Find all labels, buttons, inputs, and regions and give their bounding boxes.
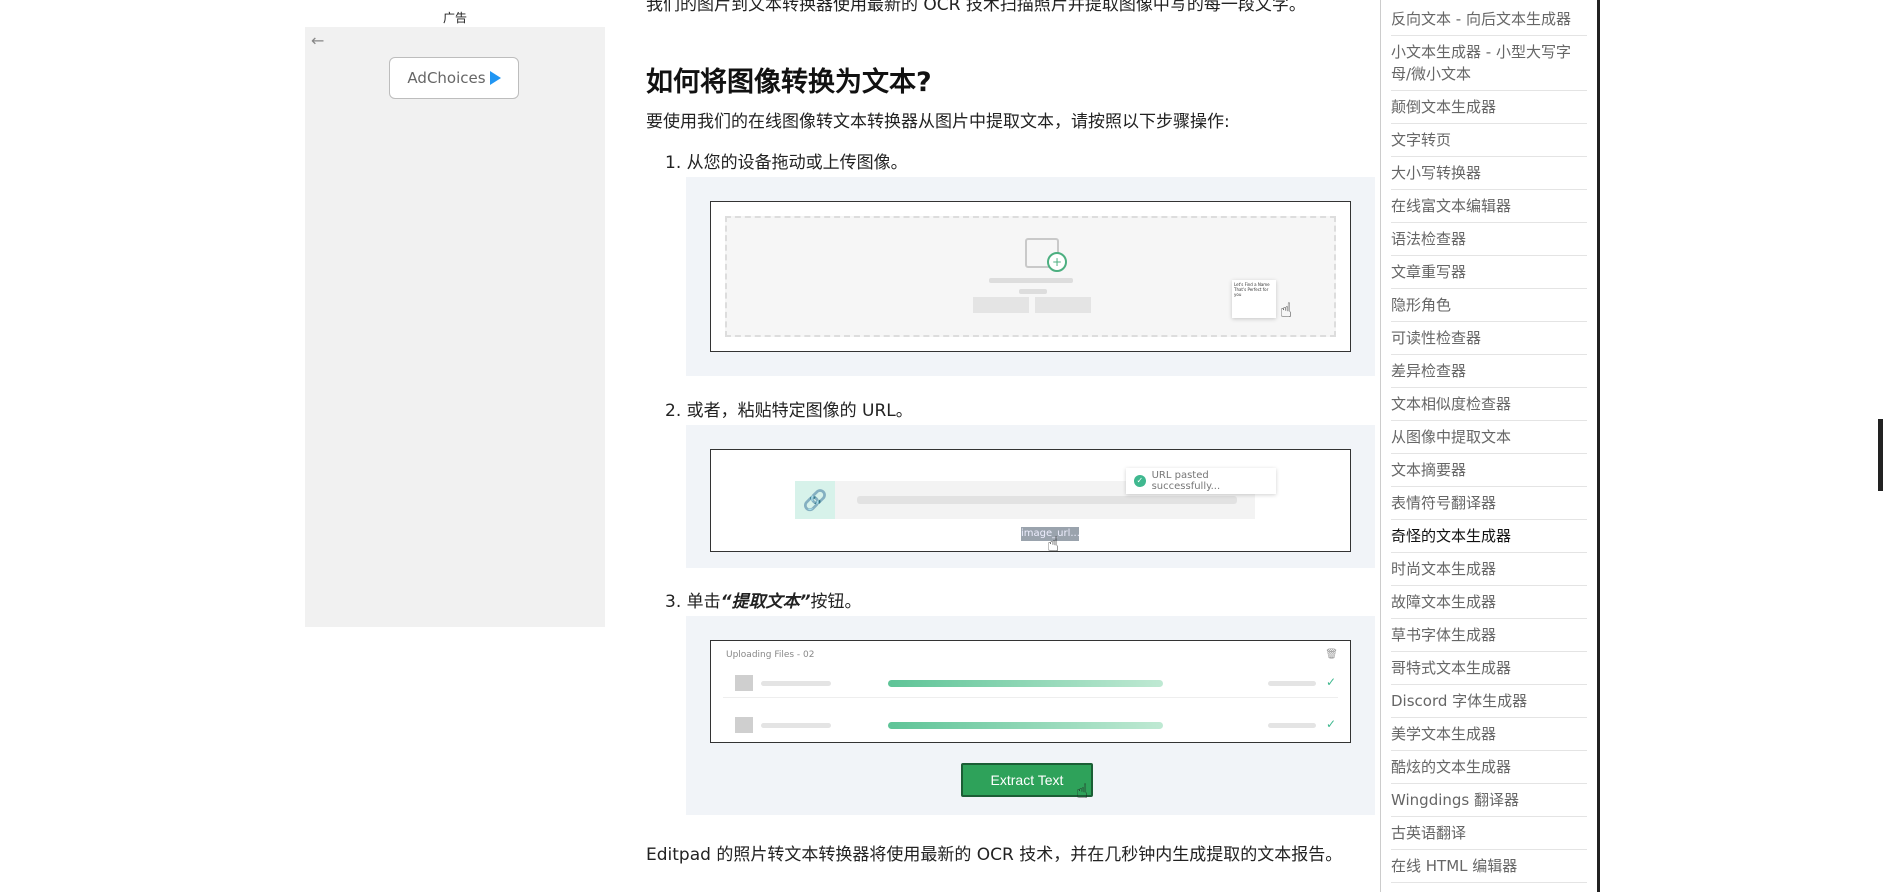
upload-progress-bar [888,722,1163,729]
sidebar-item[interactable]: 哥特式文本生成器 [1391,652,1587,685]
check-circle-icon: ✓ [1134,475,1146,487]
hand-cursor-icon: ☝ [1076,779,1089,803]
placeholder-button [1035,297,1091,313]
adchoices-label: AdChoices [407,69,486,87]
step-number: 2. [665,401,682,421]
sidebar-item[interactable]: 文章重写器 [1391,256,1587,289]
hand-cursor-icon: ☝ [1047,532,1060,556]
sidebar-item[interactable]: 反向文本 - 向后文本生成器 [1391,0,1587,36]
illustration-frame: Uploading Files - 02 🗑 ✓ ✓ [710,640,1351,743]
step-1: 1. 从您的设备拖动或上传图像。 [665,148,908,173]
sidebar-item[interactable]: 文字转页 [1391,124,1587,157]
top-paragraph-cut: 我们的图片到文本转换器使用最新的 OCR 技术扫描照片并提取图像中写的每一段文字… [646,0,1306,15]
sidebar-item[interactable]: 草书字体生成器 [1391,619,1587,652]
sidebar-item[interactable]: 从图像中提取文本 [1391,421,1587,454]
illustration-frame: 🔗 ✓ URL pasted successfully... image_url… [710,449,1351,556]
extract-text-button[interactable]: Extract Text [961,763,1093,797]
extract-illustration: Uploading Files - 02 🗑 ✓ ✓ Extract Text … [686,616,1375,815]
filename-placeholder [761,681,831,686]
sidebar-item[interactable]: 故障文本生成器 [1391,586,1587,619]
add-circle-icon: + [1047,252,1067,272]
preview-card: Let's Find a Name That's Perfect for you [1232,280,1276,318]
intro-paragraph: 要使用我们的在线图像转文本转换器从图片中提取文本，请按照以下步骤操作: [646,112,1230,132]
preview-card-title: Let's Find a Name That's Perfect for you [1234,282,1270,297]
ad-label: 广告 [443,11,468,25]
adchoices-icon [489,71,501,85]
upload-row: ✓ [723,713,1338,739]
sidebar-item[interactable]: 语法检查器 [1391,223,1587,256]
step-text: 或者，粘贴特定图像的 URL。 [686,401,913,421]
sidebar-item[interactable]: 表情符号翻译器 [1391,487,1587,520]
step-number: 3. [665,592,682,612]
hand-cursor-icon: ☝ [1279,298,1292,322]
filename-placeholder [761,723,831,728]
sidebar-item[interactable]: 文本相似度检查器 [1391,388,1587,421]
placeholder-line [1019,289,1047,294]
drop-zone: + Let's Find a Name That's Perfect for y… [725,216,1336,337]
url-bar-placeholder [857,496,1237,504]
sidebar-item[interactable]: 隐形角色 [1391,289,1587,322]
scroll-edge-marker [1878,419,1883,491]
step-text-prefix: 单击 [686,592,721,612]
section-heading: 如何将图像转换为文本? [646,67,932,98]
step-3: 3. 单击“提取文本”按钮。 [665,587,862,612]
step-text: 从您的设备拖动或上传图像。 [686,153,908,173]
trash-icon: 🗑 [1325,649,1338,660]
sidebar-item[interactable]: 可读性检查器 [1391,322,1587,355]
success-toast: ✓ URL pasted successfully... [1126,468,1276,494]
placeholder-line [989,278,1073,283]
upload-progress-bar [888,680,1163,687]
link-icon: 🔗 [795,481,835,519]
step-2: 2. 或者，粘贴特定图像的 URL。 [665,396,913,421]
adchoices-button[interactable]: AdChoices [389,57,519,99]
step-text-bold: “提取文本” [720,592,811,612]
sidebar-item[interactable]: Discord 字体生成器 [1391,685,1587,718]
sidebar-item[interactable]: 颠倒文本生成器 [1391,91,1587,124]
sidebar-item[interactable]: 酷炫的文本生成器 [1391,751,1587,784]
check-icon: ✓ [1325,717,1336,731]
sidebar-item[interactable]: 小文本生成器 - 小型大写字母/微小文本 [1391,36,1587,91]
size-placeholder [1268,681,1316,686]
sidebar-item[interactable]: 大小写转换器 [1391,157,1587,190]
image-thumb-icon [735,717,753,733]
sidebar-item[interactable]: Wingdings 翻译器 [1391,784,1587,817]
check-icon: ✓ [1325,675,1336,689]
image-thumb-icon [735,675,753,691]
sidebar-item[interactable]: 古英语翻译 [1391,817,1587,850]
sidebar-item[interactable]: 时尚文本生成器 [1391,553,1587,586]
sidebar-item[interactable]: 在线 HTML 编辑器 [1391,850,1587,883]
sidebar-item[interactable]: 文本摘要器 [1391,454,1587,487]
sidebar-item[interactable]: 在线富文本编辑器 [1391,190,1587,223]
toast-text: URL pasted successfully... [1151,470,1221,492]
url-illustration: 🔗 ✓ URL pasted successfully... image_url… [686,425,1375,568]
tools-sidebar: 反向文本 - 向后文本生成器 小文本生成器 - 小型大写字母/微小文本 颠倒文本… [1380,0,1600,892]
size-placeholder [1268,723,1316,728]
ad-panel[interactable]: ← AdChoices [305,27,605,627]
step-number: 1. [665,153,682,173]
back-arrow-icon[interactable]: ← [311,31,324,50]
sidebar-item[interactable]: 差异检查器 [1391,355,1587,388]
footer-paragraph: Editpad 的照片转文本转换器将使用最新的 OCR 技术，并在几秒钟内生成提… [646,845,1343,865]
upload-illustration: + Let's Find a Name That's Perfect for y… [686,177,1375,376]
sidebar-item[interactable]: 美学文本生成器 [1391,718,1587,751]
illustration-frame: + Let's Find a Name That's Perfect for y… [710,201,1351,352]
sidebar-item-active[interactable]: 奇怪的文本生成器 [1391,520,1587,553]
upload-row: ✓ [723,671,1338,698]
placeholder-button [973,297,1029,313]
step-text-suffix: 按钮。 [810,592,862,612]
uploading-title: Uploading Files - 02 [726,650,815,660]
